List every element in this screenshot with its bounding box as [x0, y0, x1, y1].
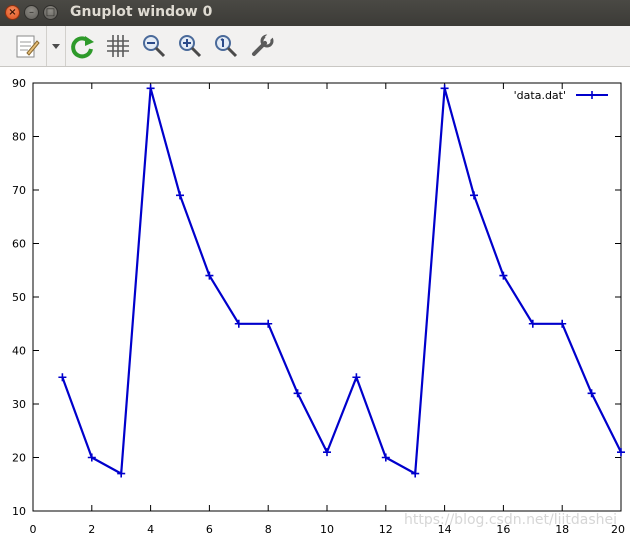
data-point [323, 448, 331, 457]
data-point [352, 373, 361, 382]
zoom-in-icon [179, 35, 202, 58]
x-tick-label: 12 [379, 523, 393, 536]
data-point [440, 84, 449, 93]
x-tick-label: 4 [147, 523, 154, 536]
toolbar [0, 26, 630, 67]
data-point [587, 389, 596, 398]
data-point [58, 373, 67, 382]
chevron-down-icon [52, 44, 60, 49]
minimize-window-button[interactable]: – [24, 5, 39, 20]
data-point [381, 453, 390, 462]
clipboard-icon [16, 35, 40, 58]
data-series [58, 84, 625, 478]
data-point [146, 84, 155, 93]
x-tick-label: 0 [30, 523, 37, 536]
data-point [293, 389, 302, 398]
toggle-grid-button[interactable] [102, 26, 134, 66]
data-point [470, 191, 478, 200]
options-button[interactable] [246, 26, 278, 66]
data-point [411, 469, 420, 478]
data-point [558, 319, 567, 328]
zoom-out-icon [143, 35, 166, 58]
data-point [87, 453, 96, 462]
copy-to-clipboard-button[interactable] [6, 26, 46, 66]
y-tick-label: 80 [12, 131, 26, 144]
y-tick-label: 30 [12, 398, 26, 411]
legend: 'data.dat' [514, 89, 608, 102]
data-point [264, 319, 273, 328]
title-bar: × – □ Gnuplot window 0 [0, 0, 630, 26]
y-tick-label: 10 [12, 505, 26, 518]
zoom-original-icon [215, 35, 238, 58]
zoom-reset-button[interactable] [210, 26, 242, 66]
series-line [61, 87, 622, 475]
plot-area: 102030405060708090 0 2 4 6 8 10 12 14 16 18 20 'da… [12, 77, 625, 536]
x-tick-label: 6 [206, 523, 213, 536]
window-title: Gnuplot window 0 [70, 4, 213, 20]
y-tick-label: 50 [12, 291, 26, 304]
y-tick-label: 60 [12, 238, 26, 251]
maximize-window-button[interactable]: □ [43, 5, 58, 20]
legend-marker [588, 91, 596, 99]
data-point [176, 191, 184, 200]
wrench-icon [252, 33, 274, 56]
copy-options-dropdown[interactable] [46, 26, 66, 66]
y-tick-label: 70 [12, 184, 26, 197]
refresh-icon [71, 36, 94, 59]
x-tick-label: 10 [320, 523, 334, 536]
replot-button[interactable] [66, 26, 98, 66]
axis-ticks [32, 82, 622, 512]
zoom-next-button[interactable] [174, 26, 206, 66]
watermark: https://blog.csdn.net/liitdashei [404, 512, 618, 528]
y-tick-label: 90 [12, 77, 26, 90]
x-tick-label: 2 [88, 523, 95, 536]
y-tick-label: 40 [12, 345, 26, 358]
legend-label: 'data.dat' [514, 89, 566, 102]
x-tick-label: 8 [265, 523, 272, 536]
zoom-previous-button[interactable] [138, 26, 170, 66]
grid-icon [107, 35, 129, 57]
data-point [117, 469, 126, 478]
y-tick-labels: 10 20 30 40 50 60 70 80 90 [12, 77, 26, 518]
close-window-button[interactable]: × [5, 5, 20, 20]
y-tick-label: 20 [12, 452, 26, 465]
data-point [617, 448, 625, 457]
plot-frame [32, 82, 622, 512]
